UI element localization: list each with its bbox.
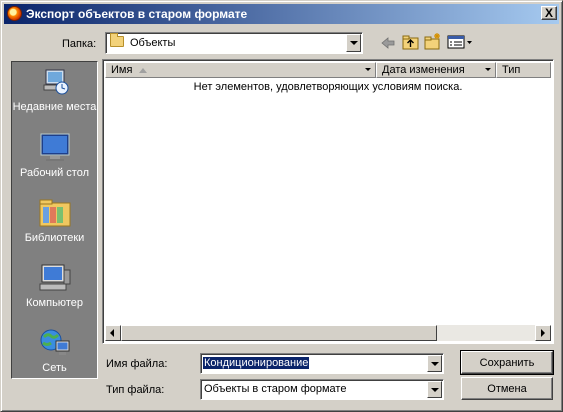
place-desktop[interactable]: Рабочий стол xyxy=(12,132,97,180)
back-arrow-icon[interactable] xyxy=(379,34,397,52)
chevron-down-icon[interactable] xyxy=(427,381,442,398)
lookin-label: Папка: xyxy=(62,38,97,50)
place-network-label: Сеть xyxy=(42,362,67,374)
places-bar: Недавние места Рабочий стол Библиотеки К… xyxy=(11,61,98,379)
column-header-name[interactable]: Имя xyxy=(105,62,376,78)
place-network[interactable]: Сеть xyxy=(12,327,97,375)
sort-ascending-icon xyxy=(139,68,147,73)
chevron-down-icon[interactable] xyxy=(483,64,494,76)
chevron-down-icon[interactable] xyxy=(363,64,374,76)
column-header-type[interactable]: Тип xyxy=(496,62,551,78)
up-folder-icon[interactable] xyxy=(402,33,420,51)
filetype-label: Тип файла: xyxy=(106,384,165,396)
filename-input[interactable]: Кондиционирование xyxy=(200,353,444,374)
chevron-left-icon xyxy=(110,329,114,337)
place-computer-label: Компьютер xyxy=(26,297,83,309)
column-type-label: Тип xyxy=(502,64,521,76)
title-bar[interactable]: Экспорт объектов в старом формате X xyxy=(4,4,559,24)
network-icon xyxy=(40,329,69,355)
scroll-right-button[interactable] xyxy=(535,325,551,341)
folder-icon xyxy=(110,33,124,47)
chevron-right-icon xyxy=(541,329,545,337)
file-list[interactable]: Имя Дата изменения Тип Нет элементов, уд… xyxy=(102,59,554,344)
chevron-down-icon[interactable] xyxy=(346,34,361,52)
column-header-date[interactable]: Дата изменения xyxy=(376,62,496,78)
column-name-label: Имя xyxy=(111,64,133,76)
column-date-label: Дата изменения xyxy=(382,64,465,76)
place-desktop-label: Рабочий стол xyxy=(19,167,90,179)
place-libraries-label: Библиотеки xyxy=(24,232,85,244)
app-icon xyxy=(7,6,22,21)
place-recent[interactable]: Недавние места xyxy=(12,66,97,114)
empty-message: Нет элементов, удовлетворяющих условиям … xyxy=(193,81,463,93)
cancel-button[interactable]: Отмена xyxy=(461,377,553,400)
filename-label: Имя файла: xyxy=(106,358,168,370)
save-button-label: Сохранить xyxy=(479,357,535,369)
horizontal-scrollbar[interactable] xyxy=(105,325,551,341)
place-recent-label: Недавние места xyxy=(12,101,97,113)
new-folder-icon[interactable] xyxy=(424,32,442,50)
scroll-left-button[interactable] xyxy=(105,325,121,341)
filename-value: Кондиционирование xyxy=(203,357,310,369)
place-libraries[interactable]: Библиотеки xyxy=(12,197,97,245)
libraries-icon xyxy=(39,199,70,227)
save-button[interactable]: Сохранить xyxy=(460,350,554,375)
computer-icon xyxy=(39,264,70,291)
recent-places-icon xyxy=(43,69,68,95)
filetype-value: Объекты в старом формате xyxy=(204,383,347,395)
lookin-value: Объекты xyxy=(130,37,176,49)
desktop-icon xyxy=(40,133,69,161)
close-button[interactable]: X xyxy=(541,6,557,20)
window-title: Экспорт объектов в старом формате xyxy=(26,7,248,21)
place-computer[interactable]: Компьютер xyxy=(12,262,97,310)
chevron-down-icon[interactable] xyxy=(427,355,442,372)
view-menu-icon[interactable] xyxy=(447,33,473,51)
filetype-select[interactable]: Объекты в старом формате xyxy=(200,379,444,400)
scroll-thumb[interactable] xyxy=(121,325,437,341)
export-dialog: Экспорт объектов в старом формате X Папк… xyxy=(0,0,563,412)
lookin-combo[interactable]: Объекты xyxy=(105,32,363,54)
cancel-button-label: Отмена xyxy=(487,383,527,395)
